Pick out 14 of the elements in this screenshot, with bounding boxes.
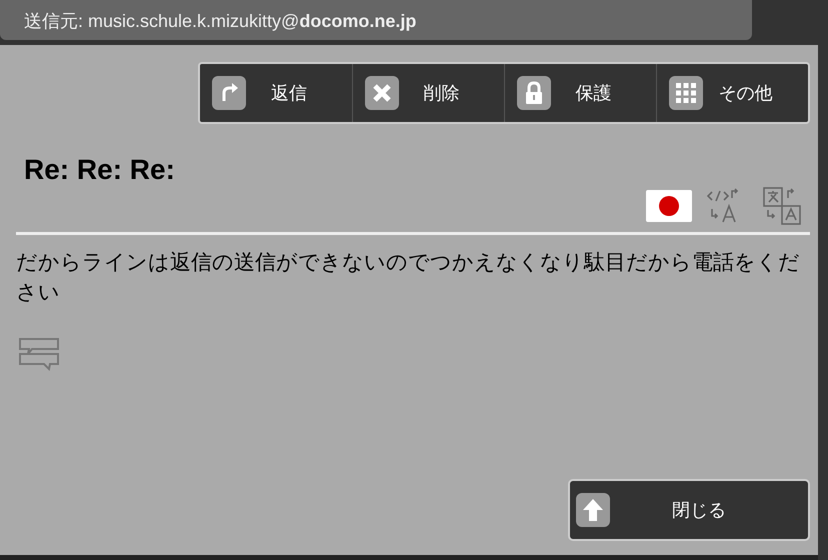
flag-icon[interactable] (646, 190, 692, 222)
toolbar-button[interactable]: 返信 (200, 64, 352, 122)
toolbar-button[interactable]: 保護 (504, 64, 656, 122)
message-subject: Re: Re: Re: (24, 154, 176, 186)
sender-address: 送信元: music.schule.k.mizukitty@docomo.ne.jp (24, 10, 416, 33)
close-button[interactable]: 閉じる (568, 479, 810, 541)
message-body: だからラインは返信の送信ができないのでつかえなくなり駄目だから電話をください (16, 249, 801, 306)
lock-icon (517, 76, 551, 110)
toolbar-button[interactable]: 削除 (352, 64, 504, 122)
toolbar-button[interactable]: その他 (656, 64, 808, 122)
speech-bubbles-icon[interactable] (18, 337, 60, 371)
grid-icon (669, 76, 703, 110)
translate-icon[interactable] (762, 186, 804, 226)
close-icon (365, 76, 399, 110)
